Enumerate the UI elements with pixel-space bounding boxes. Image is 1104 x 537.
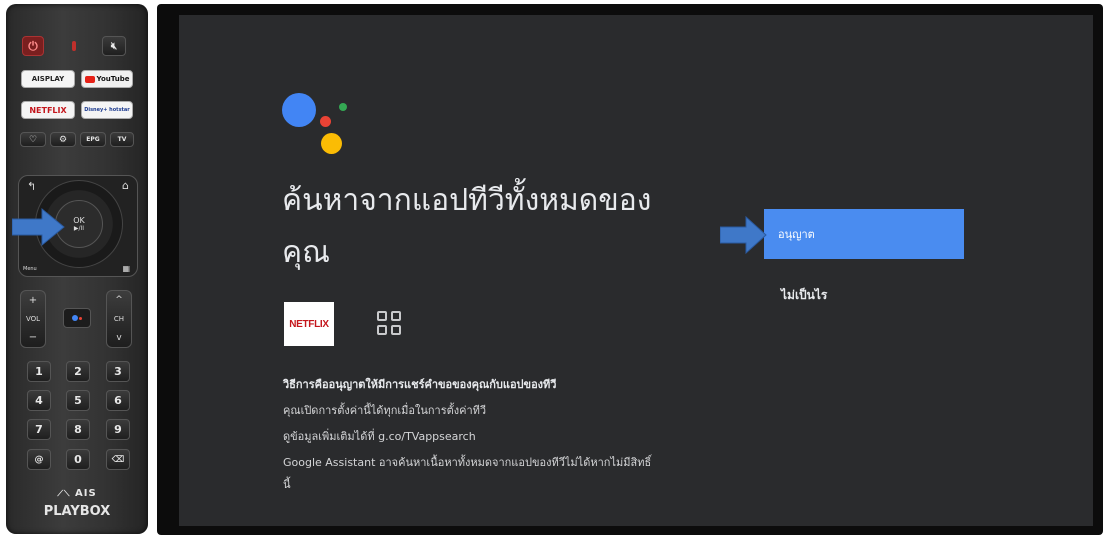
volume-up-icon[interactable]: + xyxy=(29,295,37,306)
key-4-label: 4 xyxy=(35,394,43,407)
apps-grid-icon xyxy=(377,311,403,337)
mic-indicator xyxy=(72,41,76,51)
play-pause-icon: ▶/II xyxy=(73,225,85,232)
grid-cell-icon xyxy=(391,325,401,335)
tv-button[interactable]: TV xyxy=(110,132,134,147)
volume-down-icon[interactable]: − xyxy=(29,332,37,343)
allow-button-label: อนุญาต xyxy=(778,228,815,241)
description-line: นี้ xyxy=(283,478,291,491)
assistant-dot-green xyxy=(339,103,347,111)
vol-label: VOL xyxy=(25,315,41,323)
backspace-icon: ⌫ xyxy=(111,454,125,465)
netflix-tile-label: NETFLIX xyxy=(289,318,329,330)
allow-button[interactable]: อนุญาต xyxy=(764,209,964,259)
key-3[interactable]: 3 xyxy=(106,361,130,382)
key-2[interactable]: 2 xyxy=(66,361,90,382)
home-icon[interactable]: ⌂ xyxy=(122,179,129,192)
key-0[interactable]: 0 xyxy=(66,449,90,470)
description-link-line: ดูข้อมูลเพิ่มเติมได้ที่ g.co/TVappsearch xyxy=(283,430,476,443)
channel-down-icon[interactable]: v xyxy=(116,333,121,343)
key-3-label: 3 xyxy=(114,365,122,378)
remote-control: ⏻ 🔇︎ AISPLAY YouTube NETFLIX Disney+ hot… xyxy=(6,4,148,534)
pointer-arrow-screen xyxy=(720,216,767,254)
grid-cell-icon xyxy=(391,311,401,321)
key-6[interactable]: 6 xyxy=(106,390,130,411)
back-icon[interactable]: ↰ xyxy=(27,180,36,193)
ok-label: OK xyxy=(73,216,85,225)
netflix-remote-label: NETFLIX xyxy=(29,105,67,115)
description-line: Google Assistant อาจค้นหาเนื้อหาทั้งหมดจ… xyxy=(283,456,652,469)
tv-label: TV xyxy=(117,136,127,143)
pointer-arrow-remote xyxy=(12,207,65,247)
key-delete[interactable]: ⌫ xyxy=(106,449,130,470)
page-title-line1: ค้นหาจากแอปทีวีทั้งหมดของ xyxy=(282,183,652,218)
google-assistant-button[interactable] xyxy=(63,308,91,328)
assistant-dot-blue xyxy=(282,93,316,127)
key-5[interactable]: 5 xyxy=(66,390,90,411)
brand-bottom-label: PLAYBOX xyxy=(43,504,111,519)
disney-hotstar-button[interactable]: Disney+ hotstar xyxy=(81,101,133,119)
gear-icon: ⚙ xyxy=(58,134,68,145)
menu-label[interactable]: Menu xyxy=(23,266,37,272)
heart-icon: ♡ xyxy=(28,134,38,145)
channel-up-icon[interactable]: ^ xyxy=(115,295,123,305)
assistant-dot-icon xyxy=(79,316,82,320)
disney-hotstar-label: Disney+ hotstar xyxy=(84,107,130,113)
key-0-label: 0 xyxy=(74,453,82,466)
key-1[interactable]: 1 xyxy=(27,361,51,382)
no-thanks-button-label: ไม่เป็นไร xyxy=(781,288,828,302)
key-8[interactable]: 8 xyxy=(66,419,90,440)
key-7-label: 7 xyxy=(35,423,43,436)
assistant-dot-yellow xyxy=(321,133,342,154)
ais-logo-mark: ⟋⟍ AIS xyxy=(6,488,148,499)
brand-top-label: AIS xyxy=(75,488,97,499)
ais-wing-icon: ⟋⟍ xyxy=(57,489,71,498)
description-heading: วิธีการคืออนุญาตให้มีการแชร์คำขอของคุณกั… xyxy=(283,378,557,391)
key-9[interactable]: 9 xyxy=(106,419,130,440)
key-at[interactable]: @ xyxy=(27,449,51,470)
favorite-button[interactable]: ♡ xyxy=(20,132,46,147)
key-6-label: 6 xyxy=(114,394,122,407)
assistant-dot-red xyxy=(320,116,331,127)
description-line: คุณเปิดการตั้งค่านี้ได้ทุกเมื่อในการตั้ง… xyxy=(283,404,487,417)
volume-rocker[interactable]: + VOL − xyxy=(20,290,46,348)
assistant-permission-screen: ค้นหาจากแอปทีวีทั้งหมดของ คุณ NETFLIX วิ… xyxy=(179,15,1093,526)
assistant-icon xyxy=(72,315,78,321)
youtube-icon xyxy=(84,75,95,83)
page-title-line2: คุณ xyxy=(282,235,330,270)
power-button[interactable]: ⏻ xyxy=(22,36,44,56)
key-1-label: 1 xyxy=(35,365,43,378)
key-2-label: 2 xyxy=(74,365,82,378)
mute-icon: 🔇︎ xyxy=(110,40,118,52)
grid-cell-icon xyxy=(377,311,387,321)
key-4[interactable]: 4 xyxy=(27,390,51,411)
netflix-app-tile: NETFLIX xyxy=(284,302,334,346)
key-7[interactable]: 7 xyxy=(27,419,51,440)
page-title: ค้นหาจากแอปทีวีทั้งหมดของ คุณ xyxy=(282,175,732,279)
power-icon: ⏻ xyxy=(28,38,38,53)
key-8-label: 8 xyxy=(74,423,82,436)
aisplay-button[interactable]: AISPLAY xyxy=(21,70,75,88)
grid-cell-icon xyxy=(377,325,387,335)
grid-icon[interactable]: ▦ xyxy=(122,264,130,273)
playbox-logo: PLAYBOX xyxy=(6,504,148,519)
mute-button[interactable]: 🔇︎ xyxy=(102,36,126,56)
channel-rocker[interactable]: ^ CH v xyxy=(106,290,132,348)
netflix-button[interactable]: NETFLIX xyxy=(21,101,75,119)
key-5-label: 5 xyxy=(74,394,82,407)
ch-label: CH xyxy=(113,315,125,323)
aisplay-label: AISPLAY xyxy=(31,75,65,83)
epg-label: EPG xyxy=(86,136,100,143)
no-thanks-button[interactable]: ไม่เป็นไร xyxy=(781,286,827,305)
youtube-label: YouTube xyxy=(96,75,130,83)
key-at-label: @ xyxy=(34,454,44,465)
settings-button[interactable]: ⚙ xyxy=(50,132,76,147)
youtube-button[interactable]: YouTube xyxy=(81,70,133,88)
tv-frame: ค้นหาจากแอปทีวีทั้งหมดของ คุณ NETFLIX วิ… xyxy=(157,4,1103,535)
epg-button[interactable]: EPG xyxy=(80,132,106,147)
key-9-label: 9 xyxy=(114,423,122,436)
